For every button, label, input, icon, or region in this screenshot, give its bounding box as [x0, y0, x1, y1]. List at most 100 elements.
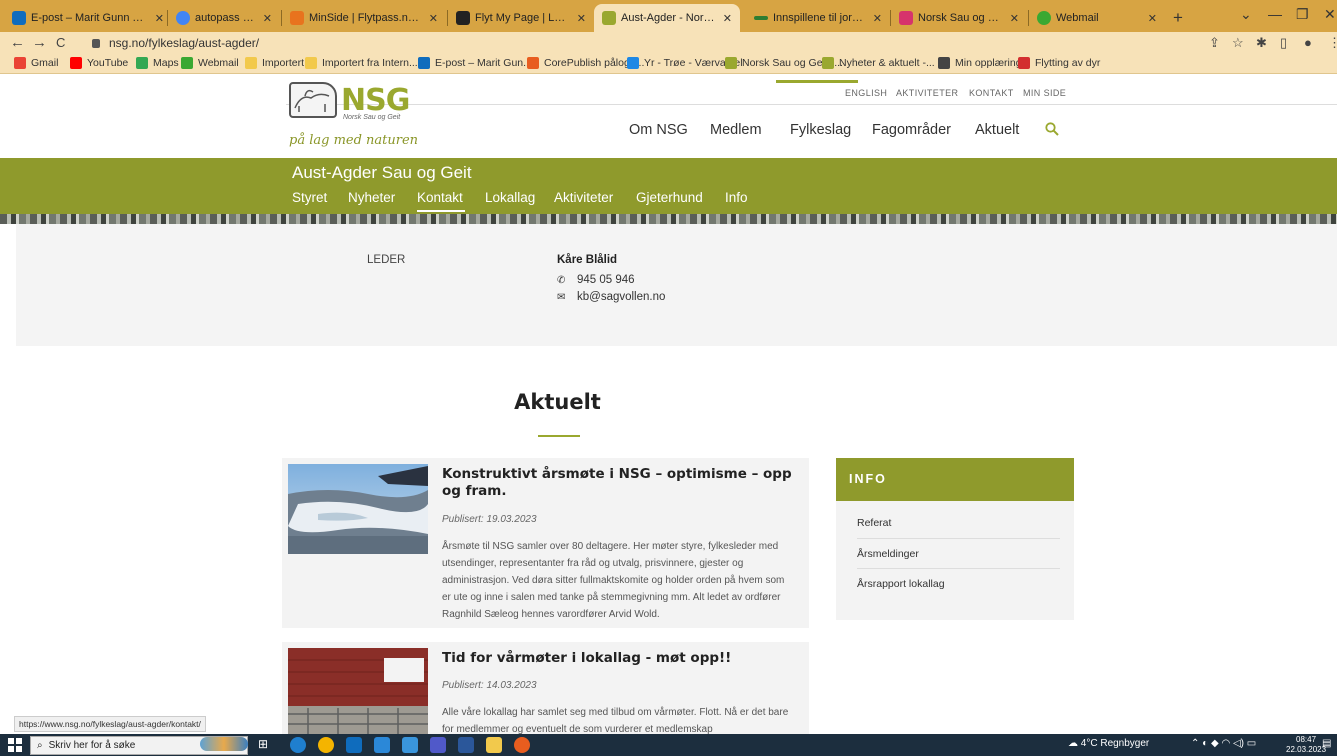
close-tab-icon[interactable]: ✕ [577, 12, 586, 25]
tab-search-icon[interactable]: ⌄ [1240, 6, 1252, 23]
subnav-lokallag[interactable]: Lokallag [485, 190, 535, 205]
nav-fylkeslag[interactable]: Fylkeslag [790, 122, 851, 138]
system-tray-icons[interactable]: ⌃ ◐ ◆ ◠ ◁) ▭ [1191, 738, 1256, 749]
aerial-snow-photo [288, 464, 428, 554]
close-tab-icon[interactable]: ✕ [723, 12, 732, 25]
teams-icon[interactable] [430, 737, 446, 753]
close-tab-icon[interactable]: ✕ [873, 12, 882, 25]
bookmark-icon [1018, 57, 1030, 69]
close-window-button[interactable]: ✕ [1324, 6, 1336, 23]
red-barn-photo [288, 648, 428, 740]
chrome-icon[interactable] [318, 737, 334, 753]
close-tab-icon[interactable]: ✕ [263, 12, 272, 25]
utility-link-kontakt[interactable]: KONTAKT [969, 88, 1014, 98]
edge-icon[interactable] [290, 737, 306, 753]
app-icon[interactable] [514, 737, 530, 753]
subnav-info[interactable]: Info [725, 190, 748, 205]
contact-section: LEDER Kåre Blålid ✆ 945 05 946 ✉ kb@sagvol… [16, 224, 1337, 346]
contact-email[interactable]: ✉ kb@sagvollen.no [557, 291, 665, 303]
reload-icon[interactable]: C [56, 35, 65, 50]
close-tab-icon[interactable]: ✕ [429, 12, 438, 25]
link-status-url: https://www.nsg.no/fylkeslag/aust-agder/… [14, 716, 206, 732]
close-tab-icon[interactable]: ✕ [155, 12, 164, 25]
bookmark-item[interactable]: Min opplæring [938, 57, 1022, 69]
bookmark-item[interactable]: E-post – Marit Gun... [418, 57, 532, 69]
bookmark-item[interactable]: Webmail [181, 57, 239, 69]
minimize-button[interactable]: — [1268, 6, 1282, 22]
browser-tab[interactable]: Flyt My Page | Login ✕ [448, 4, 594, 32]
menu-icon[interactable]: ⋮ [1328, 35, 1337, 51]
browser-tab[interactable]: Webmail ✕ [1029, 4, 1165, 32]
browser-tab[interactable]: Norsk Sau og geit på Insta✕ [891, 4, 1027, 32]
back-icon[interactable]: ← [10, 34, 25, 51]
extensions-icon[interactable]: ✱ [1256, 35, 1267, 51]
info-heading: INFO [849, 472, 887, 486]
windows-start-icon[interactable] [8, 738, 22, 752]
nav-aktuelt[interactable]: Aktuelt [975, 122, 1019, 138]
profile-icon[interactable]: ● [1304, 35, 1312, 50]
subnav-aktiviteter[interactable]: Aktiviteter [554, 190, 613, 205]
news-title[interactable]: Tid for vårmøter i lokallag - møt opp!! [442, 650, 802, 667]
utility-link-aktiviteter[interactable]: AKTIVITETER [896, 88, 958, 98]
browser-tab[interactable]: Innspillene til jordbruksfor✕ [746, 4, 890, 32]
sidepanel-icon[interactable]: ▯ [1280, 35, 1287, 51]
close-tab-icon[interactable]: ✕ [1148, 12, 1157, 25]
flyt-icon [290, 11, 304, 25]
bookmark-label: Importert fra Intern... [322, 57, 418, 69]
subnav-kontakt[interactable]: Kontakt [417, 190, 463, 205]
app-icon[interactable] [402, 737, 418, 753]
divider [286, 104, 1337, 105]
county-header-band: Aust-Agder Sau og Geit Styret Nyheter Ko… [0, 158, 1337, 214]
contact-phone[interactable]: ✆ 945 05 946 [557, 274, 635, 286]
bookmark-item[interactable]: Importert fra Intern... [305, 57, 418, 69]
utility-link-english[interactable]: ENGLISH [845, 88, 887, 98]
bookmark-item[interactable]: Importert [245, 57, 304, 69]
bookmark-item[interactable]: Gmail [14, 57, 58, 69]
file-explorer-icon[interactable] [486, 737, 502, 753]
bookmarks-bar: Gmail YouTube Maps Webmail Importert Importer… [0, 54, 1337, 74]
info-link-arsmeldinger[interactable]: Årsmeldinger [857, 548, 1057, 568]
clock[interactable]: 08:47 22.03.2023 [1286, 735, 1326, 755]
subnav-styret[interactable]: Styret [292, 190, 327, 205]
weather-widget[interactable]: ☁ 4°C Regnbyger [1068, 738, 1149, 749]
lock-icon [92, 38, 100, 48]
nav-fagomrader[interactable]: Fagområder [872, 122, 951, 138]
utility-link-min-side[interactable]: MIN SIDE [1023, 88, 1066, 98]
bookmark-item[interactable]: Maps [136, 57, 179, 69]
search-icon[interactable] [1045, 122, 1059, 136]
browser-tab[interactable]: autopass brikke - Google✕ [168, 4, 280, 32]
bookmark-item[interactable]: YouTube [70, 57, 128, 69]
info-link-arsrapport-lokallag[interactable]: Årsrapport lokallag [857, 578, 1057, 598]
bookmark-item[interactable]: Flytting av dyr [1018, 57, 1100, 69]
nav-om-nsg[interactable]: Om NSG [629, 122, 688, 138]
nav-medlem[interactable]: Medlem [710, 122, 762, 138]
warning-icon [456, 11, 470, 25]
info-link-referat[interactable]: Referat [857, 517, 1057, 537]
subnav-nyheter[interactable]: Nyheter [348, 190, 395, 205]
browser-tab-active[interactable]: Aust-Agder - Norsk Sau og✕ [594, 4, 740, 32]
star-icon[interactable]: ☆ [1232, 35, 1244, 51]
close-tab-icon[interactable]: ✕ [1010, 12, 1019, 25]
outlook-icon[interactable] [346, 737, 362, 753]
word-icon[interactable] [458, 737, 474, 753]
bookmark-label: Gmail [31, 57, 59, 69]
forward-icon[interactable]: → [32, 34, 47, 51]
bookmark-icon [181, 57, 193, 69]
news-card[interactable]: Konstruktivt årsmøte i NSG – optimisme –… [282, 458, 809, 628]
new-tab-button[interactable]: + [1173, 8, 1183, 28]
browser-tab[interactable]: MinSide | Flytpass.no | Flyt✕ [282, 4, 446, 32]
browser-tab[interactable]: E-post – Marit Gunn Tveit ✕ [4, 4, 172, 32]
app-icon[interactable] [374, 737, 390, 753]
share-icon[interactable]: ⇪ [1209, 35, 1220, 51]
notifications-icon[interactable]: ▤ [1322, 738, 1331, 749]
bookmark-item[interactable]: Nyheter & aktuelt -... [822, 57, 935, 69]
subnav-gjeterhund[interactable]: Gjeterhund [636, 190, 703, 205]
nsg-logo[interactable]: NSG Norsk Sau og Geit på lag med naturen [289, 82, 439, 152]
news-card[interactable]: Tid for vårmøter i lokallag - møt opp!! … [282, 642, 809, 740]
task-view-icon[interactable]: ⊞ [258, 737, 274, 753]
browser-toolbar: ← → C nsg.no/fylkeslag/aust-agder/ ⇪ ☆ ✱… [0, 32, 1337, 54]
news-title[interactable]: Konstruktivt årsmøte i NSG – optimisme –… [442, 466, 802, 500]
address-bar[interactable]: nsg.no/fylkeslag/aust-agder/ [92, 34, 259, 52]
bookmark-icon [938, 57, 950, 69]
restore-button[interactable]: ❐ [1296, 6, 1309, 23]
